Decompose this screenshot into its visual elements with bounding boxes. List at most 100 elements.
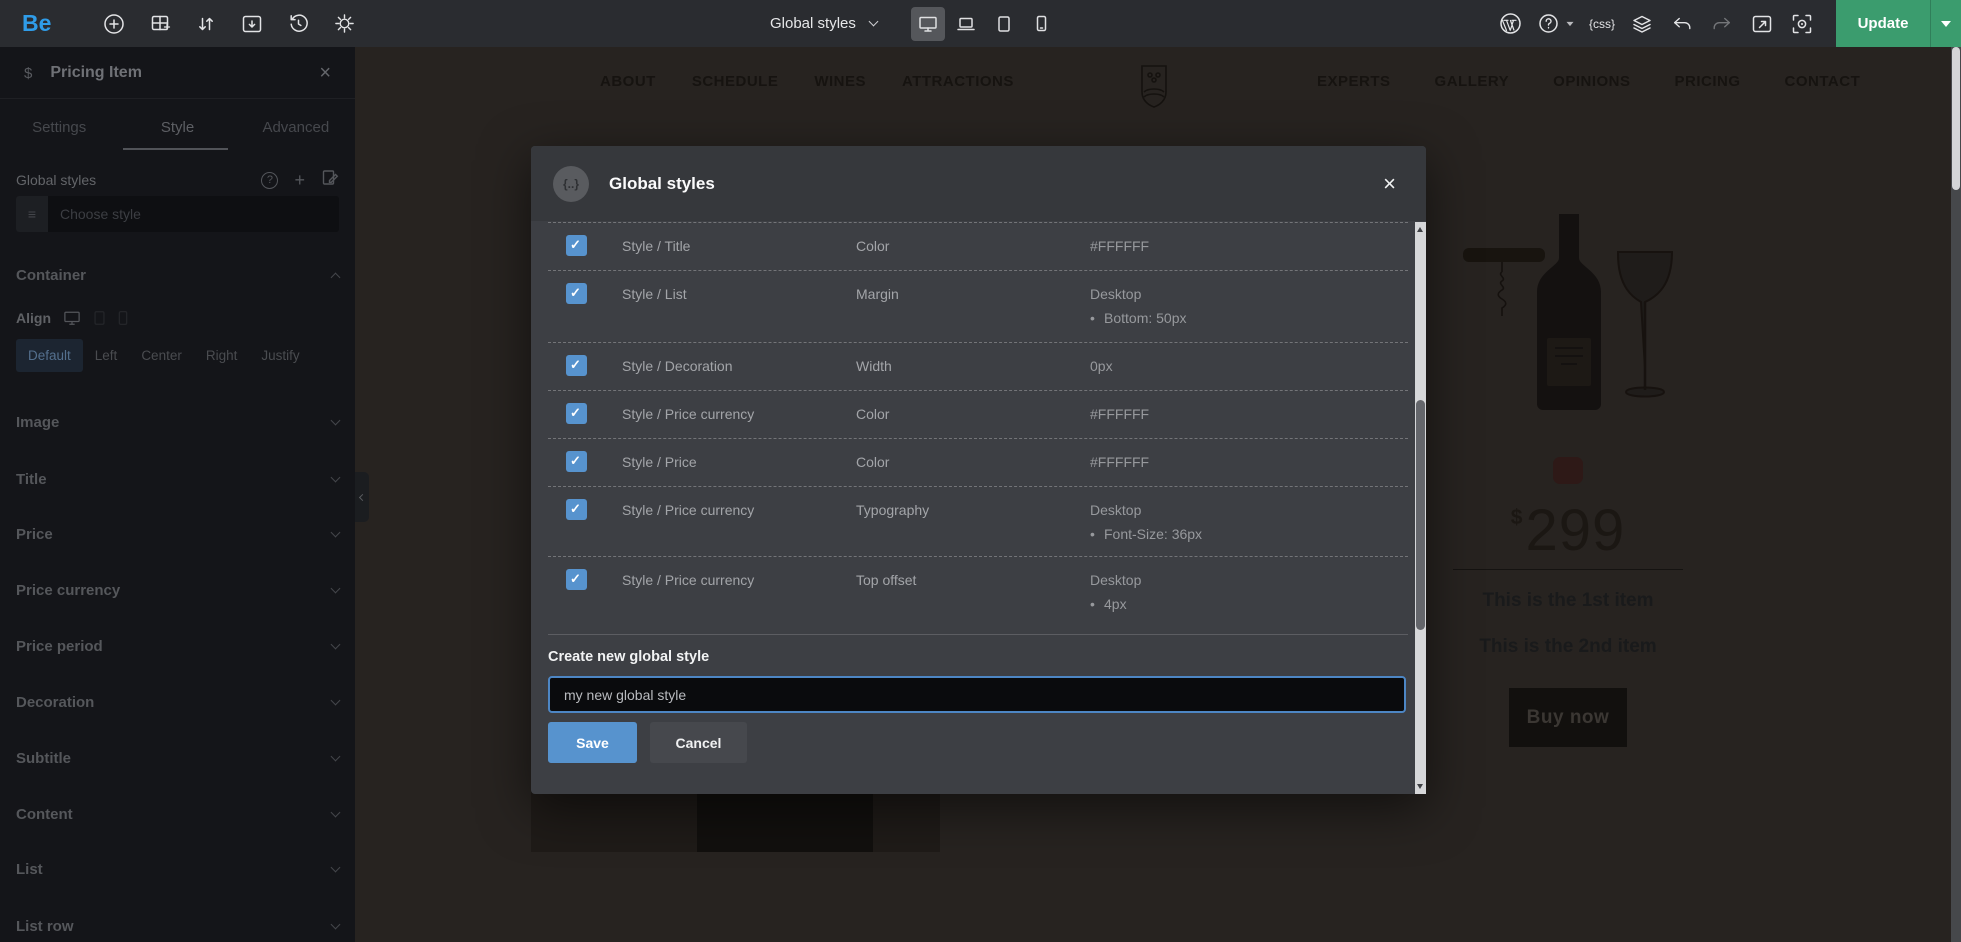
row-value: Desktop xyxy=(1090,500,1408,521)
global-styles-dropdown[interactable]: Global styles xyxy=(770,15,877,32)
close-modal-button[interactable]: × xyxy=(1383,173,1396,195)
device-laptop-button[interactable] xyxy=(949,7,983,41)
buy-now-button[interactable]: Buy now xyxy=(1509,688,1627,747)
close-panel-button[interactable]: × xyxy=(319,63,331,83)
device-mobile-button[interactable] xyxy=(1025,7,1059,41)
tab-advanced[interactable]: Advanced xyxy=(237,107,355,147)
page-scrollbar[interactable] xyxy=(1951,47,1961,942)
undo-button[interactable] xyxy=(1662,0,1702,47)
section-list-row[interactable]: List row xyxy=(16,910,339,942)
row-value: #FFFFFF xyxy=(1090,236,1408,257)
modal-scrollbar-thumb[interactable] xyxy=(1416,400,1425,630)
row-style-name: Style / Price currency xyxy=(622,570,856,635)
revision-history-button[interactable] xyxy=(275,0,321,47)
builder-settings-button[interactable] xyxy=(321,0,367,47)
cancel-button[interactable]: Cancel xyxy=(650,722,747,763)
device-tablet-button[interactable] xyxy=(987,7,1021,41)
nav-wines[interactable]: WINES xyxy=(814,73,866,90)
pricing-item-icon: $ xyxy=(24,65,32,82)
align-default-button[interactable]: Default xyxy=(16,339,83,372)
nav-schedule[interactable]: SCHEDULE xyxy=(692,73,779,90)
nav-pricing[interactable]: PRICING xyxy=(1675,73,1741,90)
update-options-button[interactable] xyxy=(1930,0,1961,47)
chevron-down-icon xyxy=(331,415,341,425)
row-style-name: Style / Price currency xyxy=(622,404,856,438)
import-template-button[interactable] xyxy=(229,0,275,47)
add-element-button[interactable] xyxy=(91,0,137,47)
open-in-new-window-button[interactable] xyxy=(1742,0,1782,47)
row-detail: Font-Size: 36px xyxy=(1090,524,1408,545)
checkbox-checked-icon[interactable] xyxy=(566,235,587,256)
manage-styles-button[interactable] xyxy=(321,169,339,192)
checkbox-checked-icon[interactable] xyxy=(566,355,587,376)
nav-attractions[interactable]: ATTRACTIONS xyxy=(902,73,1014,90)
layers-button[interactable] xyxy=(1622,0,1662,47)
reorder-sections-button[interactable] xyxy=(183,0,229,47)
caret-down-icon xyxy=(1566,21,1573,25)
align-left-button[interactable]: Left xyxy=(83,339,130,372)
style-row: Style / Decoration Width 0px xyxy=(548,342,1408,390)
update-button[interactable]: Update xyxy=(1836,0,1930,47)
align-label: Align xyxy=(16,310,51,326)
section-list[interactable]: List xyxy=(16,853,339,885)
chevron-up-icon xyxy=(331,272,341,282)
nav-gallery[interactable]: GALLERY xyxy=(1435,73,1510,90)
section-image[interactable]: Image xyxy=(16,406,339,438)
mobile-mini-icon[interactable] xyxy=(118,310,128,326)
tab-settings[interactable]: Settings xyxy=(0,107,118,147)
betheme-logo[interactable]: Be xyxy=(22,10,51,37)
page-scrollbar-thumb[interactable] xyxy=(1952,47,1960,190)
checkbox-checked-icon[interactable] xyxy=(566,499,587,520)
price-value: 299 xyxy=(1525,498,1625,563)
modal-scrollbar[interactable] xyxy=(1415,222,1426,794)
nav-about[interactable]: ABOUT xyxy=(600,73,656,90)
modal-buttons: Save Cancel xyxy=(548,722,747,763)
tablet-mini-icon[interactable] xyxy=(93,310,106,326)
builder-window: Be Global styles xyxy=(0,0,1961,942)
section-price-period[interactable]: Price period xyxy=(16,630,339,662)
mode-label: Global styles xyxy=(770,15,856,32)
checkbox-checked-icon[interactable] xyxy=(566,403,587,424)
section-price-currency[interactable]: Price currency xyxy=(16,574,339,606)
desktop-mini-icon[interactable] xyxy=(63,310,81,326)
align-justify-button[interactable]: Justify xyxy=(249,339,311,372)
new-style-name-input[interactable] xyxy=(548,676,1406,713)
scroll-down-arrow-icon[interactable] xyxy=(1417,784,1423,789)
align-right-button[interactable]: Right xyxy=(194,339,250,372)
checkbox-checked-icon[interactable] xyxy=(566,451,587,472)
help-menu-button[interactable] xyxy=(1530,0,1582,47)
section-container[interactable]: Container xyxy=(16,259,339,291)
preview-button[interactable] xyxy=(1782,0,1822,47)
scroll-up-arrow-icon[interactable] xyxy=(1417,227,1423,232)
section-content[interactable]: Content xyxy=(16,798,339,830)
redo-button[interactable] xyxy=(1702,0,1742,47)
save-button[interactable]: Save xyxy=(548,722,637,763)
custom-css-button[interactable]: {css} xyxy=(1582,0,1622,47)
align-center-button[interactable]: Center xyxy=(129,339,194,372)
wordpress-dashboard-button[interactable] xyxy=(1490,0,1530,47)
templates-grid-button[interactable] xyxy=(137,0,183,47)
row-detail: Bottom: 50px xyxy=(1090,308,1408,329)
section-title[interactable]: Title xyxy=(16,463,339,495)
collapse-sidebar-handle[interactable] xyxy=(355,472,369,522)
choose-style-input[interactable] xyxy=(48,206,328,222)
add-style-button[interactable]: + xyxy=(294,171,305,189)
hamburger-icon: ≡ xyxy=(16,196,48,232)
tab-style[interactable]: Style xyxy=(118,107,236,147)
section-label: Container xyxy=(16,267,86,284)
history-icon xyxy=(288,13,309,34)
checkbox-checked-icon[interactable] xyxy=(566,569,587,590)
section-price[interactable]: Price xyxy=(16,518,339,550)
laptop-icon xyxy=(956,16,976,32)
device-desktop-button[interactable] xyxy=(911,7,945,41)
choose-style-select[interactable]: ≡ xyxy=(16,196,339,232)
help-icon[interactable]: ? xyxy=(261,172,278,189)
checkbox-checked-icon[interactable] xyxy=(566,283,587,304)
chevron-down-icon xyxy=(331,751,341,761)
site-logo[interactable] xyxy=(1128,60,1180,117)
nav-opinions[interactable]: OPINIONS xyxy=(1553,73,1630,90)
nav-contact[interactable]: CONTACT xyxy=(1785,73,1861,90)
section-decoration[interactable]: Decoration xyxy=(16,686,339,718)
section-subtitle[interactable]: Subtitle xyxy=(16,742,339,774)
nav-experts[interactable]: EXPERTS xyxy=(1317,73,1391,90)
